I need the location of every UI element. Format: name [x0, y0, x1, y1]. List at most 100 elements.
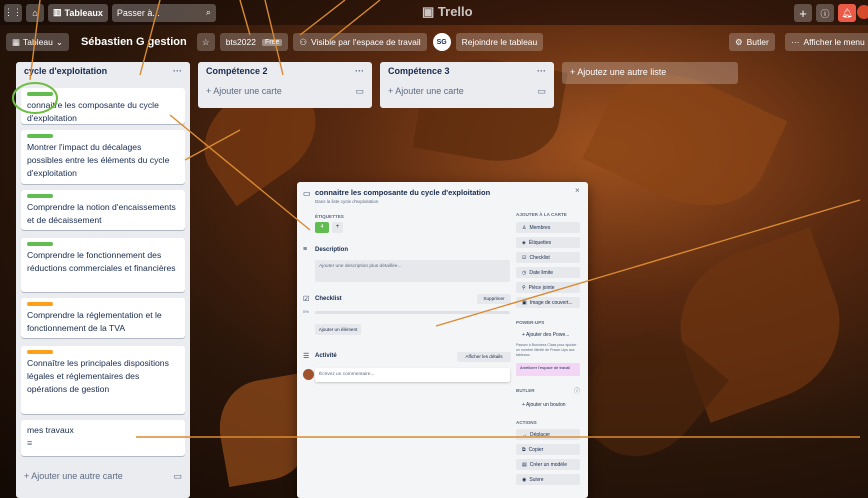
add-powerups-button[interactable]: + Ajouter des Powe...	[516, 329, 580, 340]
trello-logo[interactable]: ▣ Trello	[422, 4, 473, 20]
template-icon[interactable]: ▭	[173, 471, 182, 482]
description-icon: ≡	[303, 246, 308, 253]
apps-grid-icon[interactable]: ⋮⋮	[4, 3, 22, 22]
add-card-button[interactable]: + Ajouter une autre carte ▭	[16, 466, 190, 486]
side-button-label: Date limite	[529, 269, 553, 276]
show-details-button[interactable]: Afficher les détails	[457, 352, 511, 362]
comment-input[interactable]: Écrivez un commentaire...	[315, 368, 510, 382]
in-list-text[interactable]: Dans la liste cycle d'exploitation	[315, 199, 378, 204]
free-badge: Free	[261, 38, 283, 46]
search-icon: ⌕	[205, 7, 211, 17]
arrow-right-icon: →	[522, 431, 527, 438]
join-board-button[interactable]: Rejoindre le tableau	[455, 33, 544, 51]
board-title[interactable]: Sébastien G gestion	[81, 36, 187, 48]
checklist-button[interactable]: ☑ Checklist	[516, 252, 580, 263]
card[interactable]: Comprendre le fonctionnement des réducti…	[21, 238, 185, 292]
home-icon[interactable]: ⌂	[26, 3, 44, 22]
card[interactable]: Montrer l'impact du décalages possibles …	[21, 130, 185, 184]
image-icon: ▣	[522, 299, 527, 306]
info-icon[interactable]: ⓘ	[816, 4, 834, 22]
user-avatar[interactable]	[857, 5, 868, 19]
card-title: Comprendre la notion d'encaissements et …	[27, 202, 176, 225]
side-button-label: Pièce jointe	[528, 284, 555, 291]
side-button-label: Suivre	[529, 476, 544, 483]
card[interactable]: Comprendre la réglementation et le fonct…	[21, 298, 185, 338]
template-icon: ▤	[522, 461, 527, 468]
butler-icon: ⚙	[735, 36, 743, 47]
card-title: connaitre les composante du cycle d'expl…	[27, 100, 159, 123]
card-title: mes travaux	[27, 425, 74, 435]
card[interactable]: Comprendre la notion d'encaissements et …	[21, 190, 185, 230]
delete-checklist-button[interactable]: Supprimer	[477, 294, 511, 304]
add-label-icon[interactable]: +	[332, 222, 343, 233]
powerups-heading: POWER-UPS	[516, 320, 545, 325]
list-menu-icon[interactable]: ···	[537, 66, 546, 76]
card[interactable]: mes travaux ≡	[21, 420, 185, 456]
modal-card-title[interactable]: connaitre les composante du cycle d'expl…	[315, 188, 490, 197]
show-menu-button[interactable]: ··· Afficher le menu	[785, 33, 868, 51]
tag-icon: ◈	[522, 239, 526, 246]
upgrade-workspace-button[interactable]: Améliorer l'espace de travail	[516, 363, 580, 376]
card-title: Montrer l'impact du décalages possibles …	[27, 142, 170, 178]
card[interactable]: connaitre les composante du cycle d'expl…	[21, 88, 185, 124]
list-title[interactable]: Compétence 3	[388, 66, 450, 76]
member-avatar[interactable]: SG	[432, 33, 451, 51]
side-button-label: Image de couvert...	[529, 299, 573, 306]
add-to-card-heading: AJOUTER À LA CARTE	[516, 212, 567, 217]
card-label	[27, 134, 53, 138]
visibility-button[interactable]: ⚇ Visible par l'espace de travail	[293, 33, 427, 51]
list-menu-icon[interactable]: ···	[355, 66, 364, 76]
follow-button[interactable]: ◉ Suivre	[516, 474, 580, 485]
template-icon[interactable]: ▭	[355, 86, 364, 97]
workspace-button[interactable]: bts2022 Free	[219, 33, 289, 51]
add-card-label: + Ajouter une autre carte	[24, 471, 123, 481]
checklist-icon: ☑	[303, 296, 310, 303]
cover-image-button[interactable]: ▣ Image de couvert...	[516, 297, 580, 308]
due-date-button[interactable]: ◷ Date limite	[516, 267, 580, 278]
more-dots-icon: ···	[791, 37, 800, 47]
list-cycle-exploitation: cycle d'exploitation ··· connaitre les c…	[16, 62, 190, 498]
create-button[interactable]: +	[794, 4, 812, 22]
labels-button[interactable]: ◈ Étiquettes	[516, 237, 580, 248]
search-input[interactable]: Passer à... ⌕	[111, 3, 216, 22]
checklist-progress-value: 0%	[303, 309, 309, 314]
close-icon[interactable]: ×	[575, 186, 580, 195]
description-icon: ≡	[27, 438, 33, 448]
workspace-label: bts2022	[225, 37, 256, 47]
attachment-button[interactable]: ⚲ Pièce jointe	[516, 282, 580, 293]
activity-heading: Activité	[315, 353, 337, 359]
boards-icon: ▥	[53, 7, 62, 17]
list-title[interactable]: cycle d'exploitation	[24, 66, 107, 76]
add-list-button[interactable]: + Ajoutez une autre liste	[562, 62, 738, 84]
notifications-bell-icon[interactable]: 🔔︎	[838, 4, 856, 22]
activity-icon: ☰	[303, 353, 310, 360]
boards-button[interactable]: ▥ Tableaux	[48, 3, 108, 22]
butler-heading: BUTLER	[516, 388, 535, 393]
eye-icon: ◉	[522, 476, 527, 483]
list-menu-icon[interactable]: ···	[173, 66, 182, 76]
add-butler-button[interactable]: + Ajouter un bouton	[516, 399, 580, 410]
card-label	[27, 194, 53, 198]
members-button[interactable]: ♙ Membres	[516, 222, 580, 233]
copy-button[interactable]: ⧉ Copier	[516, 444, 580, 455]
move-button[interactable]: → Déplacer	[516, 429, 580, 440]
label-chip[interactable]: 4	[315, 222, 329, 233]
add-card-button[interactable]: + Ajouter une carte ▭	[198, 80, 372, 102]
add-card-label: + Ajouter une carte	[388, 86, 464, 96]
list-title[interactable]: Compétence 2	[206, 66, 268, 76]
add-card-button[interactable]: + Ajouter une carte ▭	[380, 80, 554, 102]
view-switcher-button[interactable]: ▦ Tableau ⌄	[6, 33, 69, 51]
visibility-icon: ⚇	[299, 36, 307, 47]
star-icon[interactable]: ☆	[196, 33, 215, 51]
template-icon[interactable]: ▭	[537, 86, 546, 97]
search-placeholder: Passer à...	[116, 7, 160, 18]
create-template-button[interactable]: ▤ Créer un modèle	[516, 459, 580, 470]
description-input[interactable]: Ajouter une description plus détaillée..…	[315, 260, 510, 282]
side-button-label: Déplacer	[530, 431, 551, 438]
butler-info-icon[interactable]: ⓘ	[574, 386, 580, 395]
top-navigation-bar: ⋮⋮ ⌂ ▥ Tableaux Passer à... ⌕ ▣ Trello +…	[0, 0, 868, 25]
add-checklist-item-button[interactable]: Ajouter un élément	[315, 324, 361, 335]
card[interactable]: Connaître les principales dispositions l…	[21, 346, 185, 414]
actions-heading: ACTIONS	[516, 420, 537, 425]
butler-button[interactable]: ⚙ Butler	[729, 33, 775, 51]
